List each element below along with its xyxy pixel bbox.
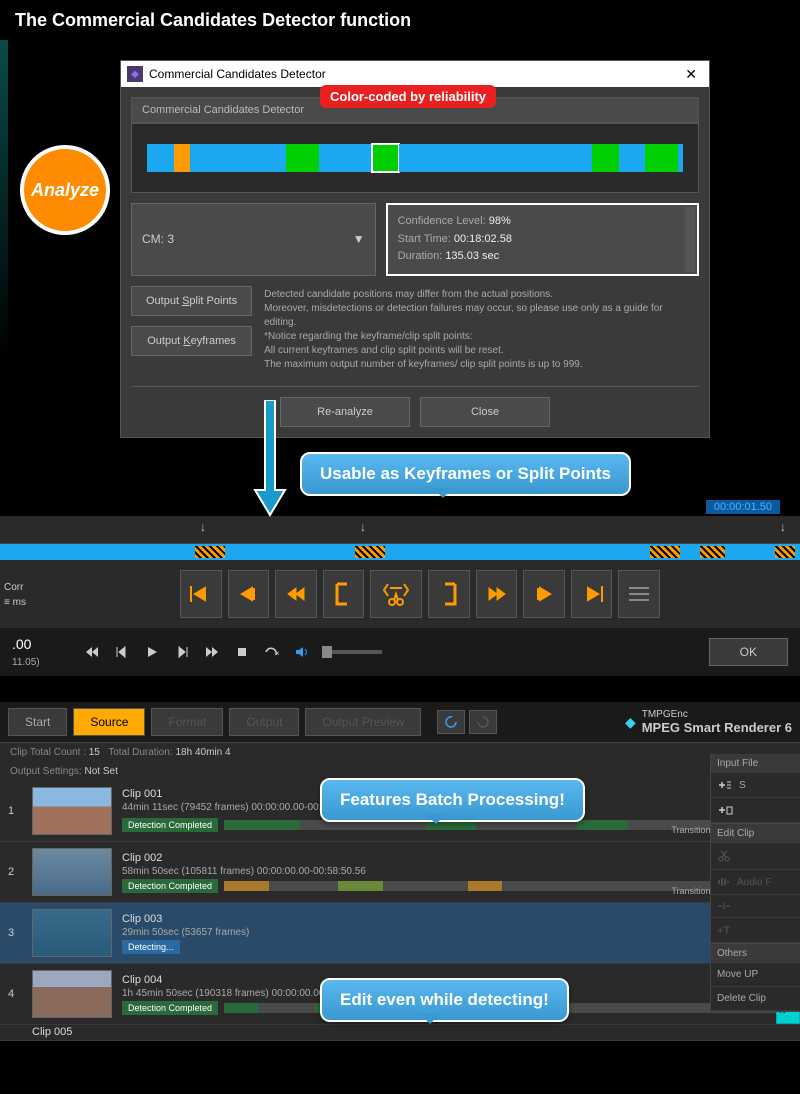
undo-button[interactable] [437, 710, 465, 734]
prev-frame-button[interactable] [112, 642, 132, 662]
callout-batch: Features Batch Processing! [320, 778, 585, 822]
bg-strip [0, 40, 8, 360]
callout-keyframes: Usable as Keyframes or Split Points [300, 452, 631, 496]
page-title: The Commercial Candidates Detector funct… [0, 0, 800, 41]
stop-button[interactable] [232, 642, 252, 662]
edit-controls [0, 560, 800, 628]
clip-thumbnail [32, 848, 112, 896]
clip-thumbnail [32, 970, 112, 1018]
volume-icon[interactable] [292, 642, 312, 662]
step-back-button[interactable] [228, 570, 270, 618]
volume-slider[interactable] [322, 650, 382, 654]
playback-row: .0011.05) × OK [0, 628, 800, 676]
clip-row[interactable]: 3 Clip 003 29min 50sec (53657 frames) De… [0, 903, 800, 964]
add-file-button[interactable]: S [711, 773, 800, 798]
next-frame-button[interactable] [172, 642, 192, 662]
scrollbar[interactable] [685, 207, 695, 272]
status-badge: Detecting... [122, 940, 180, 954]
ok-button[interactable]: OK [709, 638, 788, 666]
clip-number: 3 [8, 927, 22, 939]
cm-dropdown[interactable]: CM: 3 ▼ [131, 203, 376, 276]
detector-dialog: ◆ Commercial Candidates Detector ✕ Comme… [120, 60, 710, 438]
sidebar-header-edit: Edit Clip [711, 824, 800, 843]
right-sidebar: Input File S Edit Clip Audio F +T Others… [710, 754, 800, 1012]
timeline-ruler[interactable]: ↓ ↓ ↓ [0, 516, 800, 544]
dialog-title: Commercial Candidates Detector [149, 67, 679, 81]
move-up-button[interactable]: Move UP [711, 963, 800, 987]
jump-forward-button[interactable] [476, 570, 518, 618]
mark-out-button[interactable] [428, 570, 470, 618]
clip-number: 2 [8, 866, 22, 878]
sidebar-header-others: Others [711, 944, 800, 963]
clip-thumbnail [32, 787, 112, 835]
app-icon: ◆ [127, 66, 143, 82]
timeline-track[interactable] [0, 544, 800, 560]
tab-preview[interactable]: Output Preview [305, 708, 421, 736]
status-badge: Detection Completed [122, 818, 218, 832]
arrow-down-icon [250, 400, 290, 520]
tab-format[interactable]: Format [151, 708, 223, 736]
clip-name: Clip 003 [122, 913, 792, 925]
add-folder-button[interactable] [711, 798, 800, 823]
clip-row[interactable]: Clip 005 [0, 1025, 800, 1041]
tab-bar: Start Source Format Output Output Previe… [0, 702, 800, 743]
brand-icon: ◆ [625, 714, 636, 731]
output-keyframes-button[interactable]: Output Keyframes [131, 326, 252, 356]
menu-button[interactable] [618, 570, 660, 618]
tab-source[interactable]: Source [73, 708, 145, 736]
clip-summary: Clip Total Count : 15 Total Duration: 18… [0, 743, 800, 762]
svg-text:+T: +T [717, 925, 730, 936]
delete-clip-button[interactable]: Delete Clip [711, 987, 800, 1011]
mark-in-button[interactable] [323, 570, 365, 618]
clip-name: Clip 005 [32, 1026, 792, 1038]
dropdown-value: CM: 3 [142, 232, 174, 246]
close-icon[interactable]: ✕ [679, 64, 703, 85]
redo-button[interactable] [469, 710, 497, 734]
clip-number: 4 [8, 988, 22, 1000]
clip-meta: 58min 50sec (105811 frames) 00:00:00.00-… [122, 866, 792, 877]
brand-label: ◆ TMPGEnc MPEG Smart Renderer 6 [625, 709, 792, 735]
close-button[interactable]: Close [420, 397, 550, 427]
reanalyze-button[interactable]: Re-analyze [280, 397, 410, 427]
status-badge: Detection Completed [122, 879, 218, 893]
text-button[interactable]: +T [711, 918, 800, 943]
timecode-label: 00:00:01.50 [706, 500, 780, 514]
callout-edit-detecting: Edit even while detecting! [320, 978, 569, 1022]
step-forward-button[interactable] [523, 570, 565, 618]
tab-output[interactable]: Output [229, 708, 299, 736]
svg-text:×: × [275, 649, 280, 658]
analyze-badge: Analyze [20, 145, 110, 235]
chevron-down-icon: ▼ [353, 232, 365, 246]
prev-marker-button[interactable] [180, 570, 222, 618]
rewind-button[interactable] [82, 642, 102, 662]
disclaimer-text: Detected candidate positions may differ … [262, 286, 699, 374]
sidebar-header-input: Input File [711, 754, 800, 773]
loop-button[interactable]: × [262, 642, 282, 662]
fast-forward-button[interactable] [202, 642, 222, 662]
clip-row[interactable]: 2 Clip 002 58min 50sec (105811 frames) 0… [0, 842, 800, 903]
dialog-titlebar: ◆ Commercial Candidates Detector ✕ [121, 61, 709, 87]
clip-name: Clip 002 [122, 852, 792, 864]
timeline-area: 00:00:01.50 ↓ ↓ ↓ .0011.05) [0, 516, 800, 676]
clip-number: 1 [8, 805, 22, 817]
detector-bar-container [131, 123, 699, 193]
split-button[interactable] [370, 570, 422, 618]
audio-button[interactable]: Audio F [711, 870, 800, 895]
time-display: .0011.05) [12, 636, 40, 668]
corner-inputs: Corr ≡ ms [0, 580, 30, 610]
output-split-points-button[interactable]: Output Split Points [131, 286, 252, 316]
detector-bar[interactable] [147, 144, 683, 172]
status-badge: Detection Completed [122, 1001, 218, 1015]
divider-button[interactable] [711, 895, 800, 918]
cut-button[interactable] [711, 843, 800, 870]
clip-thumbnail [32, 909, 112, 957]
info-box: Confidence Level: 98% Start Time: 00:18:… [386, 203, 699, 276]
clip-meta: 29min 50sec (53657 frames) [122, 927, 792, 938]
callout-reliability: Color-coded by reliability [320, 85, 496, 108]
jump-back-button[interactable] [275, 570, 317, 618]
play-button[interactable] [142, 642, 162, 662]
next-marker-button[interactable] [571, 570, 613, 618]
tab-start[interactable]: Start [8, 708, 67, 736]
